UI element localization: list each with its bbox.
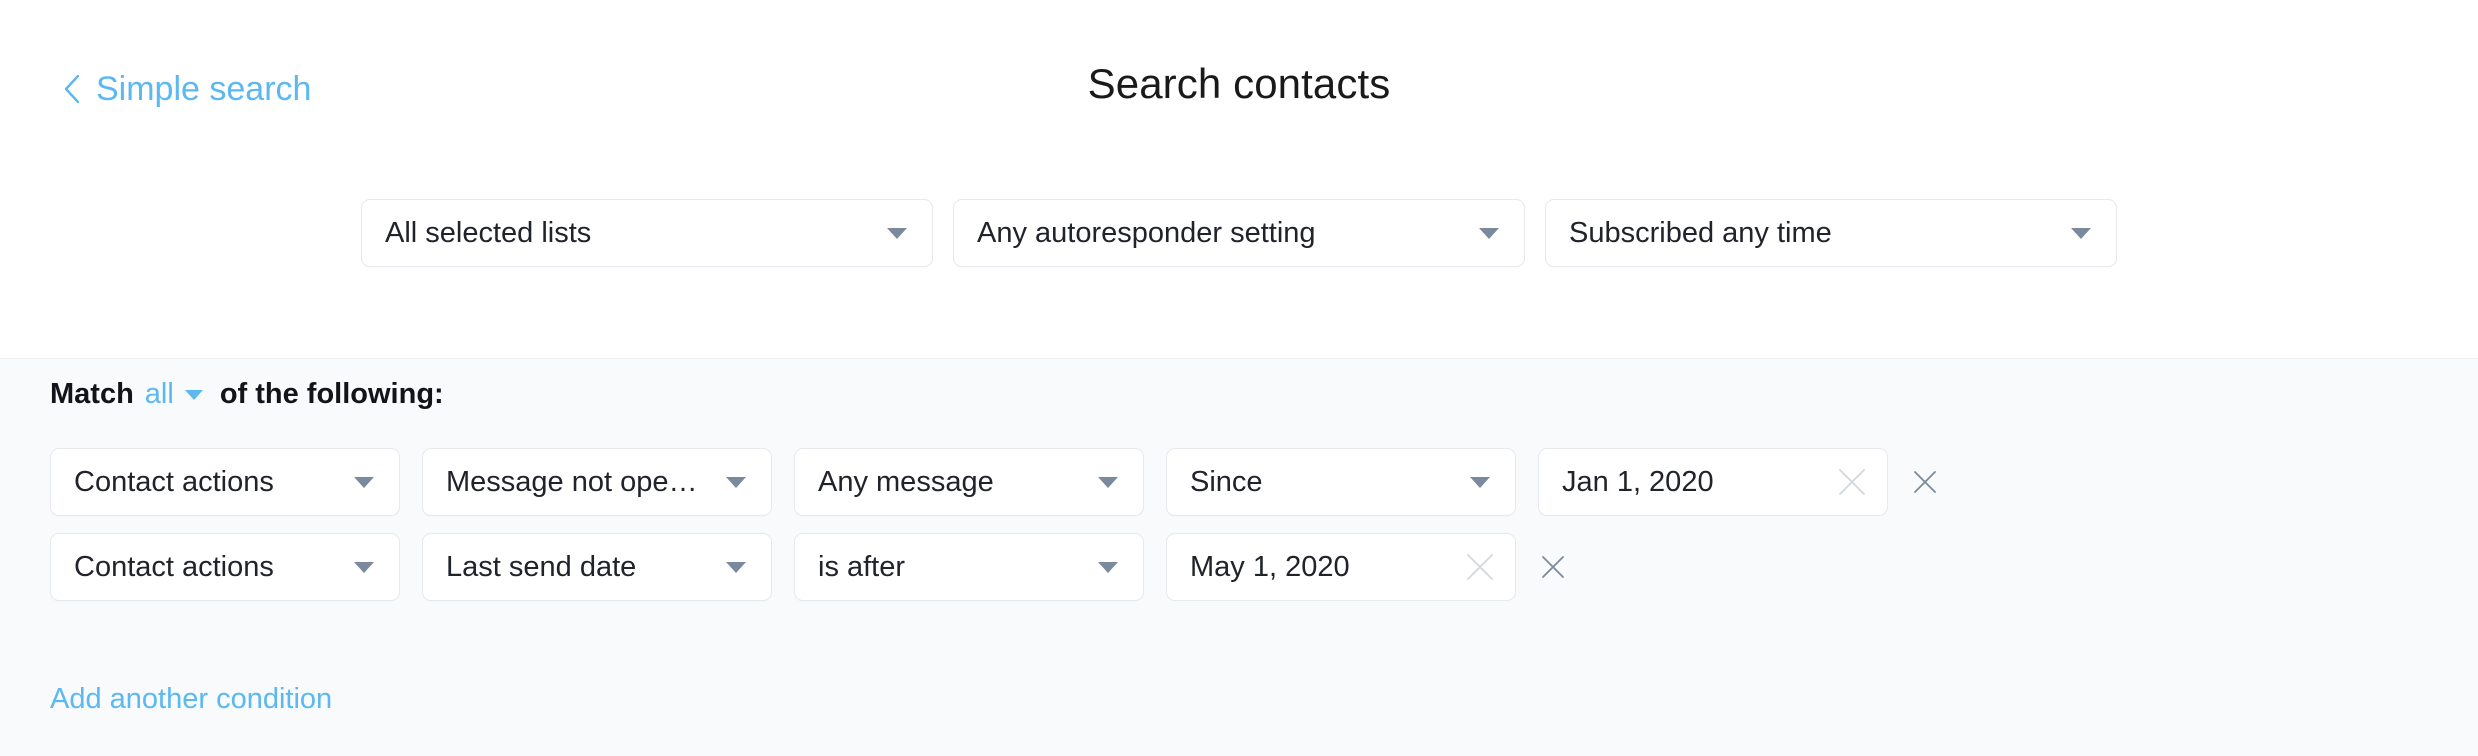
chevron-down-icon [1097, 561, 1119, 574]
condition-1-date-input[interactable]: Jan 1, 2020 [1538, 448, 1888, 516]
condition-2-operator-label: is after [818, 550, 906, 583]
subscribed-time-filter-label: Subscribed any time [1569, 216, 1832, 249]
subscribed-time-filter-dropdown[interactable]: Subscribed any time [1545, 199, 2117, 267]
remove-condition-1-button[interactable] [1910, 467, 1940, 497]
conditions-list: Contact actions Message not open… Any me… [50, 448, 1940, 618]
chevron-down-icon [725, 476, 747, 489]
add-another-condition-link[interactable]: Add another condition [50, 683, 332, 716]
chevron-down-icon [353, 476, 375, 489]
condition-1-field-dropdown[interactable]: Contact actions [50, 448, 400, 516]
search-contacts-screen: Simple search Search contacts All select… [0, 0, 2478, 756]
top-filter-row: All selected lists Any autoresponder set… [0, 199, 2478, 267]
close-icon[interactable] [1835, 465, 1869, 499]
condition-2-field-dropdown[interactable]: Contact actions [50, 533, 400, 601]
condition-2-date-input[interactable]: May 1, 2020 [1166, 533, 1516, 601]
condition-2-operator-dropdown[interactable]: is after [794, 533, 1144, 601]
condition-1-date-value: Jan 1, 2020 [1562, 465, 1714, 498]
autoresponder-filter-dropdown[interactable]: Any autoresponder setting [953, 199, 1525, 267]
condition-2-attribute-label: Last send date [446, 550, 637, 583]
page-title: Search contacts [1087, 60, 1391, 107]
condition-1-operator-label: Since [1190, 465, 1263, 498]
chevron-down-icon [1097, 476, 1119, 489]
autoresponder-filter-label: Any autoresponder setting [977, 216, 1316, 249]
lists-filter-label: All selected lists [385, 216, 592, 249]
condition-row: Contact actions Last send date is after [50, 533, 1940, 601]
chevron-down-icon [1469, 476, 1491, 489]
chevron-down-icon[interactable] [184, 389, 204, 401]
condition-2-field-label: Contact actions [74, 550, 274, 583]
match-type-line: Match all of the following: [50, 378, 444, 411]
match-prefix-label: Match [50, 378, 134, 410]
condition-2-attribute-dropdown[interactable]: Last send date [422, 533, 772, 601]
close-icon[interactable] [1463, 550, 1497, 584]
chevron-down-icon [886, 227, 908, 240]
lists-filter-dropdown[interactable]: All selected lists [361, 199, 933, 267]
match-type-value[interactable]: all [145, 378, 174, 411]
condition-1-field-label: Contact actions [74, 465, 274, 498]
chevron-down-icon [1478, 227, 1500, 240]
condition-1-target-label: Any message [818, 465, 994, 498]
condition-row: Contact actions Message not open… Any me… [50, 448, 1940, 516]
condition-1-operator-dropdown[interactable]: Since [1166, 448, 1516, 516]
chevron-down-icon [353, 561, 375, 574]
match-suffix-label: of the following: [219, 378, 444, 410]
chevron-down-icon [2070, 227, 2092, 240]
remove-condition-2-button[interactable] [1538, 552, 1568, 582]
condition-2-date-value: May 1, 2020 [1190, 550, 1350, 583]
condition-1-attribute-dropdown[interactable]: Message not open… [422, 448, 772, 516]
page-header: Simple search Search contacts All select… [0, 0, 2478, 358]
chevron-down-icon [725, 561, 747, 574]
condition-1-attribute-label: Message not open… [446, 465, 714, 498]
condition-1-target-dropdown[interactable]: Any message [794, 448, 1144, 516]
